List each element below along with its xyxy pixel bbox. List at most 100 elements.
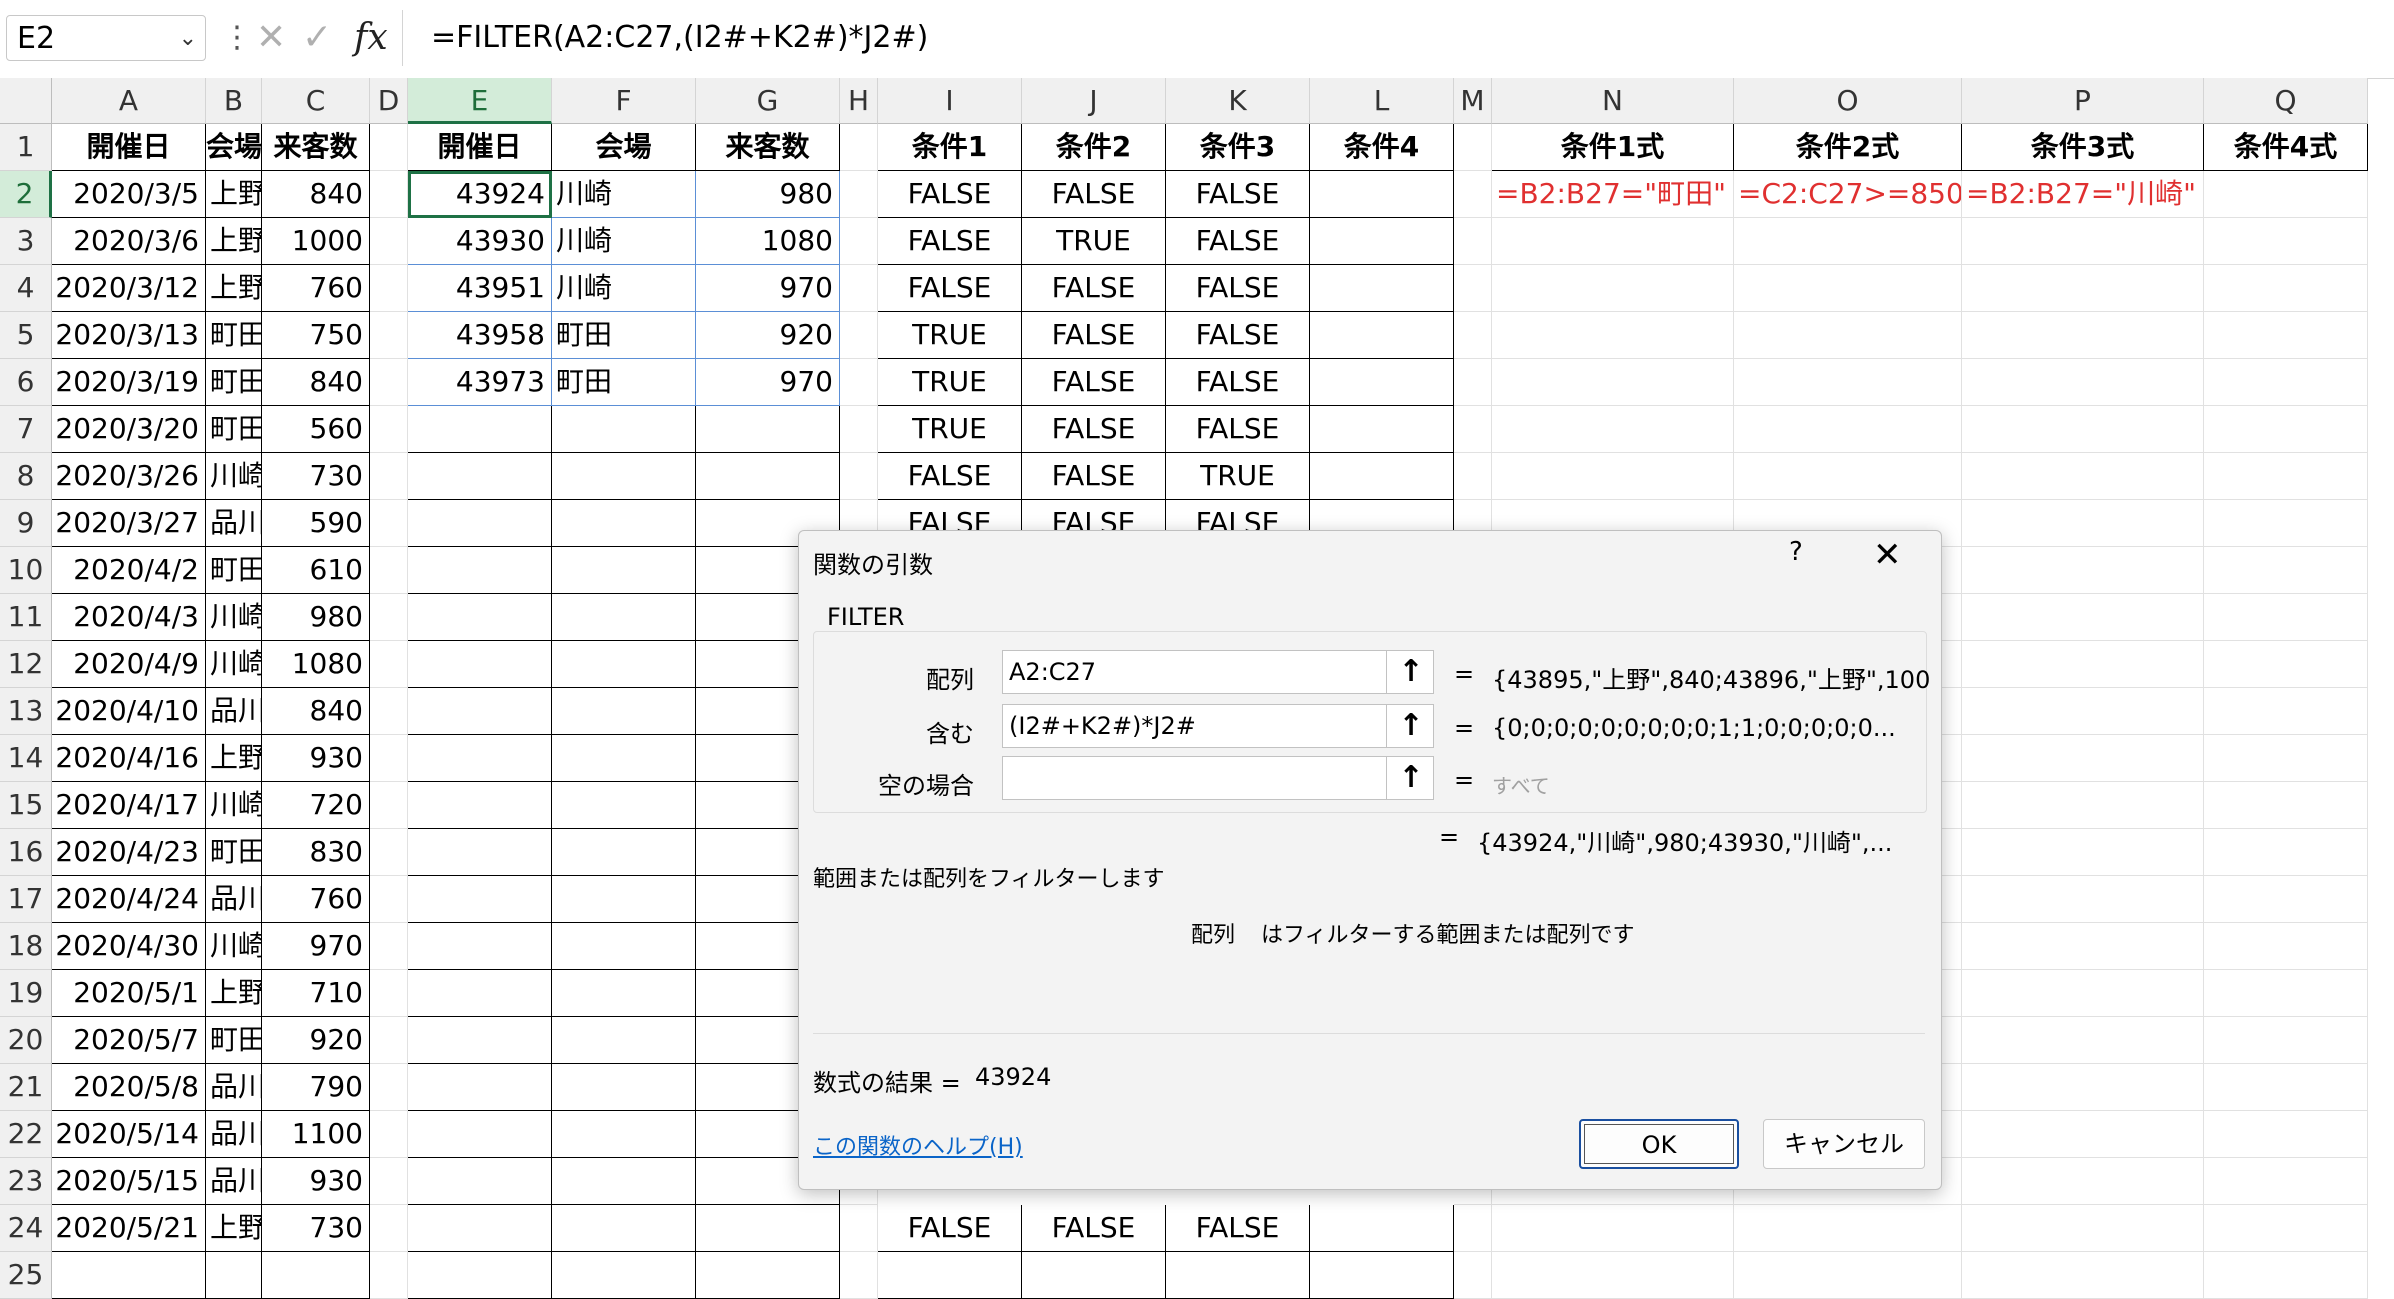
source-visitors-cell[interactable]: 710 [262, 970, 370, 1017]
source-date-cell[interactable]: 2020/4/24 [52, 876, 206, 923]
result-cell[interactable] [552, 1158, 696, 1205]
function-help-link[interactable]: この関数のヘルプ(H) [813, 1129, 1023, 1161]
grid-cell[interactable] [1962, 735, 2204, 782]
row-header-22[interactable]: 22 [0, 1111, 52, 1158]
cancel-button[interactable]: キャンセル [1763, 1119, 1925, 1169]
condition-cell[interactable] [1022, 1252, 1166, 1299]
condition-cell[interactable]: FALSE [1166, 218, 1310, 265]
source-date-cell[interactable]: 2020/4/10 [52, 688, 206, 735]
row-header-18[interactable]: 18 [0, 923, 52, 970]
result-cell[interactable] [408, 641, 552, 688]
grid-cell[interactable] [2204, 265, 2368, 312]
result-cell[interactable] [552, 453, 696, 500]
grid-cell[interactable] [1454, 359, 1492, 406]
result-cell[interactable] [552, 547, 696, 594]
source-venue-cell[interactable]: 品川 [206, 500, 262, 547]
source-date-cell[interactable]: 2020/5/15 [52, 1158, 206, 1205]
result-cell[interactable] [552, 735, 696, 782]
row-header-19[interactable]: 19 [0, 970, 52, 1017]
source-visitors-cell[interactable]: 980 [262, 594, 370, 641]
grid-cell[interactable] [2204, 500, 2368, 547]
source-date-cell[interactable]: 2020/4/30 [52, 923, 206, 970]
condition-header[interactable]: 条件1 [878, 124, 1022, 171]
row-header-16[interactable]: 16 [0, 829, 52, 876]
enter-check-icon[interactable]: ✓ [302, 10, 332, 66]
condition-cell[interactable]: TRUE [878, 312, 1022, 359]
condition-cell[interactable]: FALSE [1022, 453, 1166, 500]
source-date-cell[interactable]: 2020/3/5 [52, 171, 206, 218]
grid-cell[interactable] [370, 453, 408, 500]
grid-cell[interactable] [1734, 1205, 1962, 1252]
grid-cell[interactable] [370, 1205, 408, 1252]
grid-cell[interactable] [840, 124, 878, 171]
grid-cell[interactable] [2204, 1158, 2368, 1205]
source-venue-cell[interactable]: 町田 [206, 1017, 262, 1064]
grid-cell[interactable] [1734, 312, 1962, 359]
source-venue-cell[interactable]: 品川 [206, 876, 262, 923]
condition-cell[interactable]: FALSE [878, 453, 1022, 500]
column-header-D[interactable]: D [370, 78, 408, 124]
result-cell[interactable] [552, 1205, 696, 1252]
result-cell[interactable] [408, 735, 552, 782]
condition-cell[interactable]: FALSE [1022, 406, 1166, 453]
row-header-10[interactable]: 10 [0, 547, 52, 594]
source-visitors-cell[interactable]: 1100 [262, 1111, 370, 1158]
source-venue-cell[interactable]: 上野 [206, 970, 262, 1017]
grid-cell[interactable] [1734, 265, 1962, 312]
grid-cell[interactable] [370, 1017, 408, 1064]
source-date-cell[interactable]: 2020/3/6 [52, 218, 206, 265]
help-icon[interactable]: ? [1789, 537, 1803, 567]
collapse-arrow-icon[interactable]: ↑ [1386, 704, 1435, 748]
source-visitors-cell[interactable]: 1000 [262, 218, 370, 265]
column-header-Q[interactable]: Q [2204, 78, 2368, 124]
grid-cell[interactable] [840, 359, 878, 406]
result-venue-cell[interactable]: 町田 [552, 359, 696, 406]
grid-cell[interactable] [370, 641, 408, 688]
row-header-7[interactable]: 7 [0, 406, 52, 453]
row-header-1[interactable]: 1 [0, 124, 52, 171]
source-venue-cell[interactable]: 上野 [206, 171, 262, 218]
source-venue-cell[interactable]: 品川 [206, 1064, 262, 1111]
grid-cell[interactable] [2204, 1064, 2368, 1111]
row-header-2[interactable]: 2 [0, 171, 52, 218]
source-visitors-cell[interactable]: 930 [262, 735, 370, 782]
column-header-I[interactable]: I [878, 78, 1022, 124]
column-header-H[interactable]: H [840, 78, 878, 124]
source-venue-cell[interactable]: 川崎 [206, 594, 262, 641]
condition-cell[interactable] [1310, 1205, 1454, 1252]
grid-cell[interactable] [1962, 359, 2204, 406]
grid-cell[interactable] [2204, 453, 2368, 500]
grid-cell[interactable] [2204, 876, 2368, 923]
result-cell[interactable] [552, 500, 696, 547]
grid-cell[interactable] [1962, 218, 2204, 265]
grid-cell[interactable] [370, 547, 408, 594]
source-venue-cell[interactable]: 品川 [206, 688, 262, 735]
source-venue-cell[interactable]: 町田 [206, 312, 262, 359]
condition-cell[interactable]: TRUE [878, 406, 1022, 453]
result-cell[interactable] [408, 876, 552, 923]
source-cell[interactable] [52, 1252, 206, 1299]
source-date-cell[interactable]: 2020/3/20 [52, 406, 206, 453]
grid-cell[interactable] [1962, 1017, 2204, 1064]
source-visitors-cell[interactable]: 730 [262, 453, 370, 500]
grid-cell[interactable] [2204, 782, 2368, 829]
source-visitors-cell[interactable]: 760 [262, 265, 370, 312]
grid-cell[interactable] [840, 1252, 878, 1299]
row-header-8[interactable]: 8 [0, 453, 52, 500]
grid-cell[interactable] [1962, 312, 2204, 359]
condition-cell[interactable] [1310, 406, 1454, 453]
grid-cell[interactable] [1492, 359, 1734, 406]
condition-cell[interactable]: FALSE [1166, 359, 1310, 406]
condition-cell[interactable]: FALSE [1022, 312, 1166, 359]
grid-cell[interactable] [370, 124, 408, 171]
column-header-O[interactable]: O [1734, 78, 1962, 124]
source-visitors-cell[interactable]: 840 [262, 171, 370, 218]
source-date-cell[interactable]: 2020/5/7 [52, 1017, 206, 1064]
result-cell[interactable] [408, 1252, 552, 1299]
grid-cell[interactable] [370, 829, 408, 876]
column-header-K[interactable]: K [1166, 78, 1310, 124]
source-cell[interactable] [262, 1252, 370, 1299]
grid-cell[interactable] [1962, 782, 2204, 829]
grid-cell[interactable] [370, 359, 408, 406]
result-header[interactable]: 会場 [552, 124, 696, 171]
